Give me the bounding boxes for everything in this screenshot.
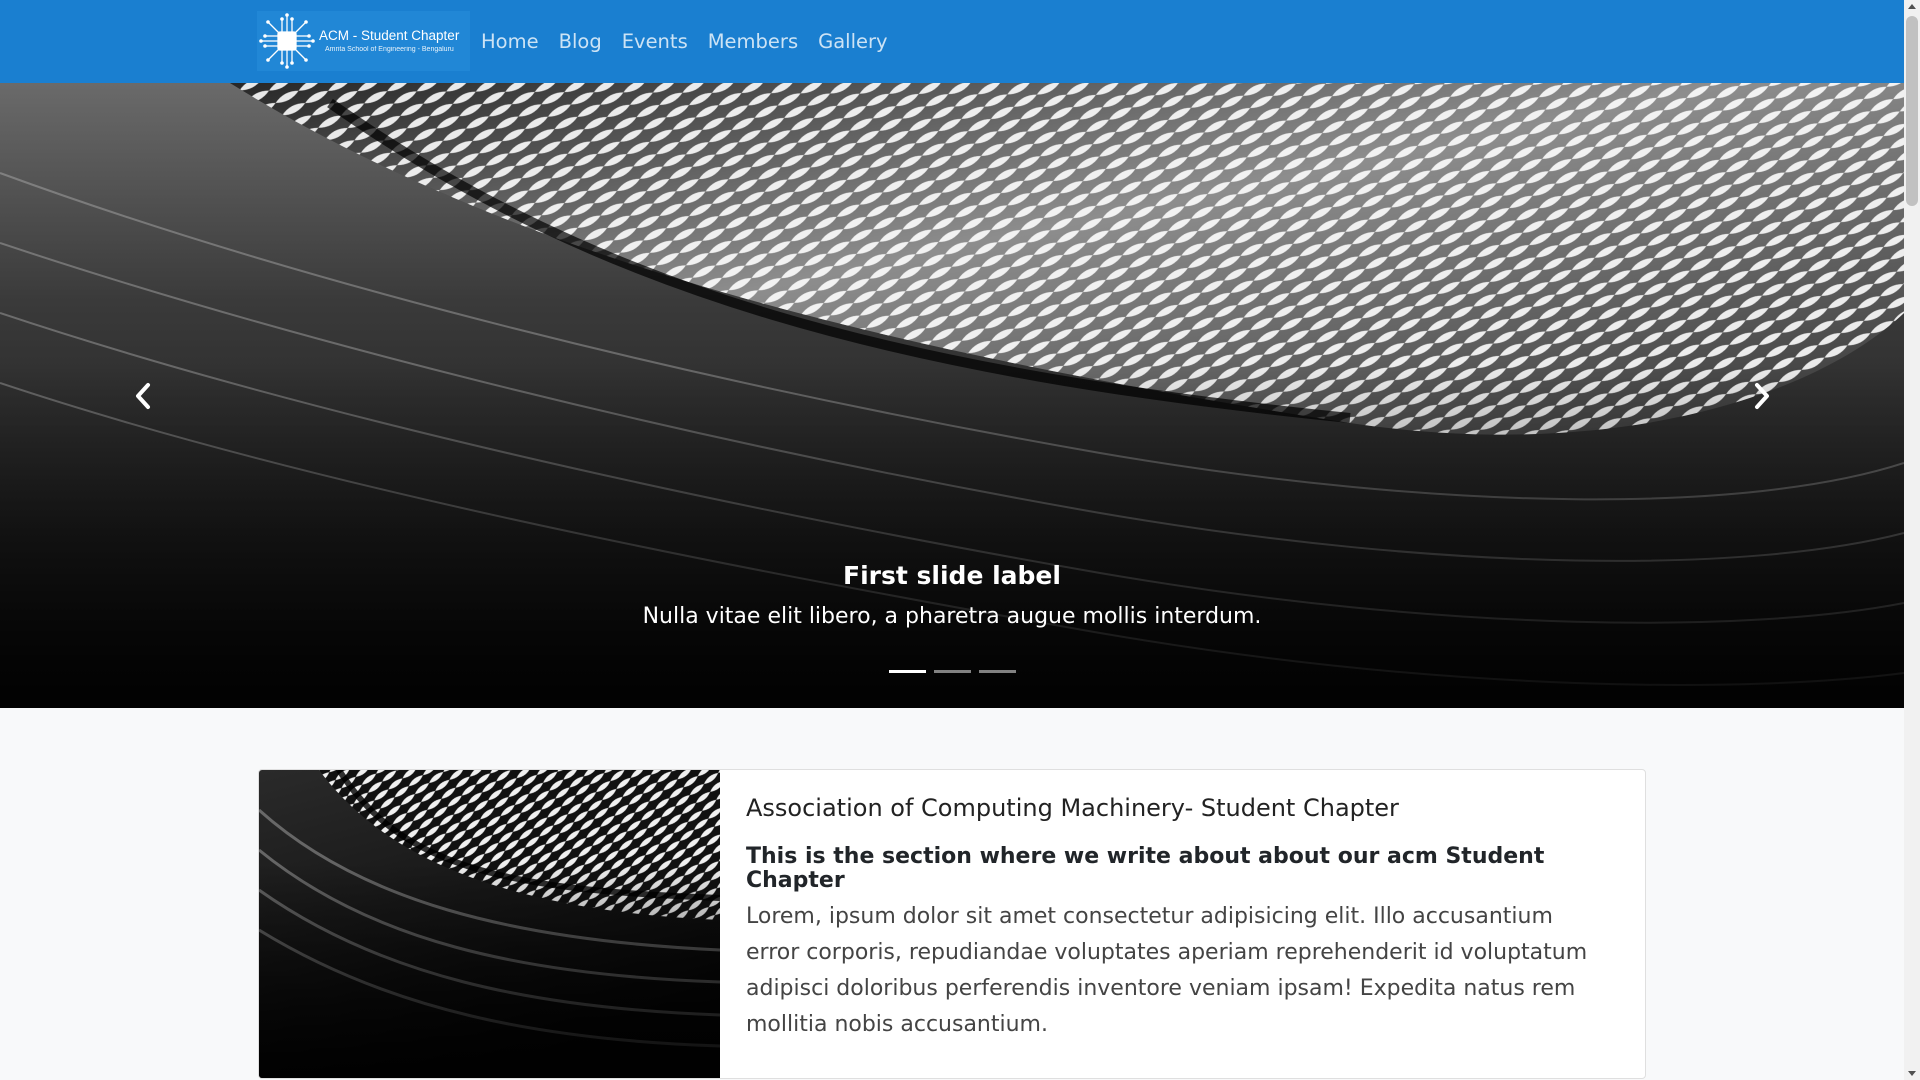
carousel-indicators [0, 670, 1904, 673]
brand-subtitle: Amrita School of Engineering - Bengaluru [325, 46, 454, 54]
brand-text: ACM - Student Chapter Amrita School of E… [319, 29, 459, 54]
chip-logo-icon [259, 13, 315, 69]
carousel-caption-text: Nulla vitae elit libero, a pharetra augu… [642, 604, 1262, 629]
nav-link-gallery[interactable]: Gallery [818, 30, 887, 53]
carousel-caption-title: First slide label [843, 561, 1061, 590]
nav-link-blog[interactable]: Blog [559, 30, 602, 53]
chevron-right-icon [1754, 382, 1769, 409]
carousel-indicator-1[interactable] [888, 670, 926, 673]
brand-logo-link[interactable]: ACM - Student Chapter Amrita School of E… [257, 11, 470, 71]
about-card: Association of Computing Machinery- Stud… [258, 769, 1646, 1079]
main-nav: Home Blog Events Members Gallery [481, 0, 908, 83]
about-card-image [259, 770, 720, 1078]
scroll-up-icon[interactable] [1908, 4, 1916, 9]
about-card-subtitle: This is the section where we write about… [746, 844, 1545, 894]
brand-title: ACM - Student Chapter [319, 27, 460, 43]
nav-link-members[interactable]: Members [708, 30, 798, 53]
scrollbar-thumb[interactable] [1906, 16, 1918, 206]
chevron-left-icon [135, 382, 150, 409]
nav-link-home[interactable]: Home [481, 30, 539, 53]
scroll-down-icon[interactable] [1908, 1071, 1916, 1076]
about-card-title: Association of Computing Machinery- Stud… [746, 794, 1399, 822]
nav-link-events[interactable]: Events [622, 30, 688, 53]
navbar: ACM - Student Chapter Amrita School of E… [0, 0, 1904, 83]
carousel-indicator-2[interactable] [933, 670, 971, 673]
carousel-indicator-3[interactable] [978, 670, 1016, 673]
about-card-text: Lorem, ipsum dolor sit amet consectetur … [746, 904, 1588, 1038]
about-card-body: Association of Computing Machinery- Stud… [746, 770, 1605, 1043]
hero-carousel: First slide label Nulla vitae elit liber… [0, 83, 1904, 708]
